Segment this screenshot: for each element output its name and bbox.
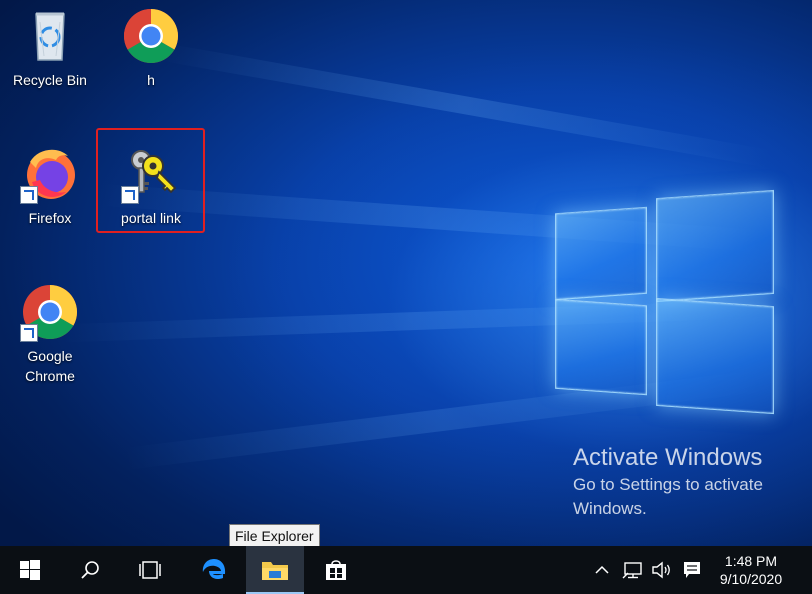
search-button[interactable] <box>66 546 114 594</box>
folder-icon <box>262 562 288 580</box>
selection-highlight <box>96 128 205 233</box>
search-icon <box>81 561 99 579</box>
firefox-label: Firefox <box>28 210 72 226</box>
chrome-icon <box>119 4 183 68</box>
task-view-icon <box>139 561 161 579</box>
file-explorer-tooltip: File Explorer <box>229 524 320 548</box>
volume-button[interactable] <box>648 546 676 594</box>
edge-icon <box>202 559 226 580</box>
taskbar: 1:48 PM 9/10/2020 <box>0 546 812 594</box>
clock-date: 9/10/2020 <box>719 571 783 587</box>
action-center-button[interactable] <box>680 546 704 594</box>
network-button[interactable] <box>620 546 646 594</box>
file-explorer-button[interactable] <box>246 546 304 594</box>
speaker-icon <box>652 561 670 579</box>
shortcut-arrow-icon <box>20 324 38 342</box>
google-chrome-label: Google Chrome <box>25 348 75 384</box>
recycle-bin-icon <box>18 4 82 68</box>
notification-icon <box>684 562 700 578</box>
system-clock[interactable]: 1:48 PM 9/10/2020 <box>704 552 798 588</box>
activate-windows-watermark: Activate Windows Go to Settings to activ… <box>573 443 773 521</box>
shortcut-arrow-icon <box>20 186 38 204</box>
chevron-up-icon <box>595 565 609 574</box>
windows-start-icon <box>20 560 40 580</box>
show-desktop-button[interactable] <box>800 546 812 594</box>
network-icon <box>622 562 642 579</box>
google-chrome-shortcut[interactable]: Google Chrome <box>8 280 92 386</box>
firefox-shortcut[interactable]: Firefox <box>8 142 92 228</box>
activate-windows-message: Go to Settings to activate Windows. <box>573 475 763 518</box>
h-label: h <box>147 72 155 88</box>
store-bag-icon <box>326 560 346 580</box>
edge-button[interactable] <box>190 546 238 594</box>
light-beam <box>157 42 772 168</box>
h-shortcut[interactable]: h <box>109 4 193 90</box>
recycle-bin-shortcut[interactable]: Recycle Bin <box>8 4 92 90</box>
task-view-button[interactable] <box>126 546 174 594</box>
store-button[interactable] <box>312 546 360 594</box>
start-button[interactable] <box>6 546 54 594</box>
activate-windows-title: Activate Windows <box>573 444 763 471</box>
firefox-icon <box>18 142 82 206</box>
recycle-bin-label: Recycle Bin <box>13 72 87 88</box>
chrome-icon <box>18 280 82 344</box>
desktop-background: Recycle Bin h Firefox portal link Google… <box>0 0 812 546</box>
show-hidden-icons-button[interactable] <box>590 546 614 594</box>
clock-time: 1:48 PM <box>724 553 778 569</box>
